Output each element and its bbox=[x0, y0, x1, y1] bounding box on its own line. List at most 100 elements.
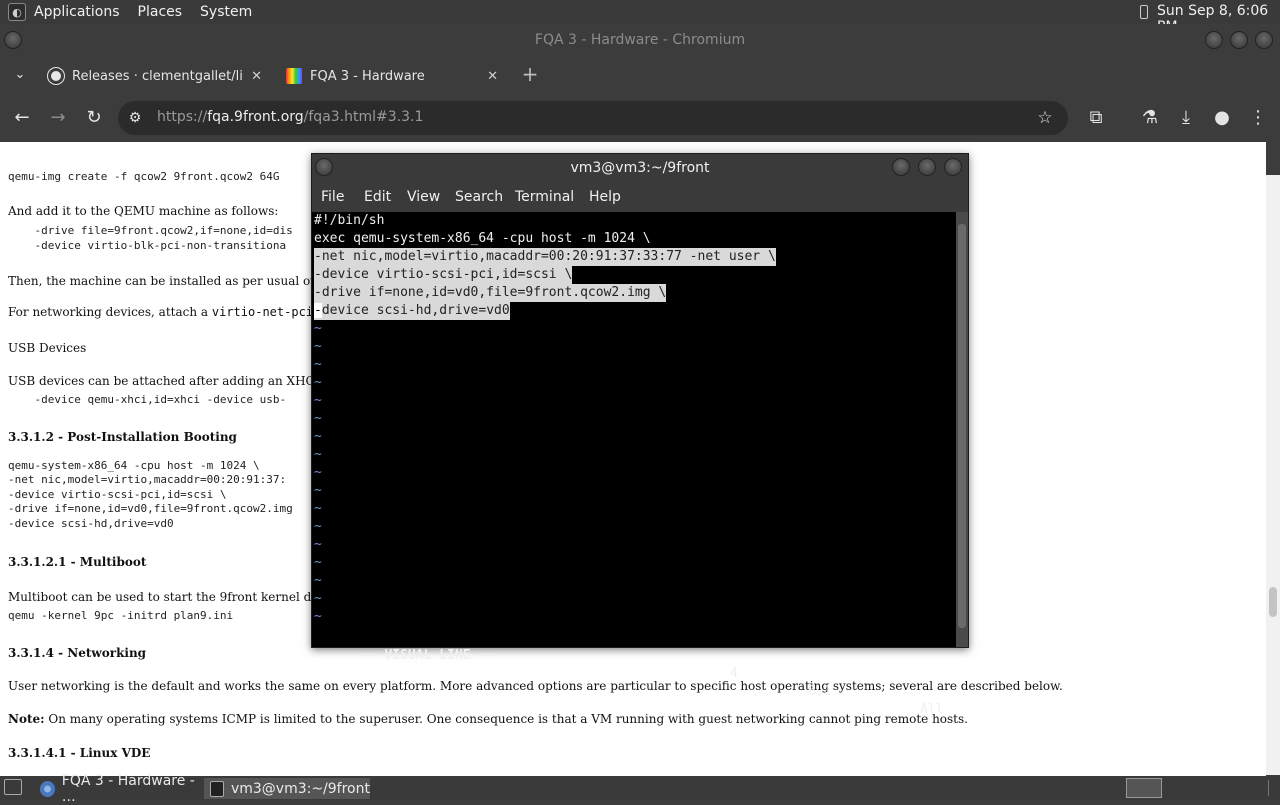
profile-avatar-icon[interactable]: ● bbox=[1210, 105, 1234, 129]
terminal-line-selected: -device scsi-hd,drive=vd0 bbox=[314, 302, 510, 320]
9front-icon bbox=[286, 68, 302, 84]
tab-fqa3-hardware[interactable]: FQA 3 - Hardware ✕ bbox=[286, 60, 500, 92]
menu-edit[interactable]: Edit bbox=[364, 189, 391, 205]
extensions-puzzle-icon[interactable]: ⧉ bbox=[1084, 105, 1108, 129]
github-icon bbox=[48, 68, 64, 84]
menu-file[interactable]: File bbox=[321, 189, 344, 205]
heading-networking: 3.3.1.4 - Networking bbox=[8, 646, 147, 660]
menu-applications[interactable]: Applications bbox=[34, 4, 120, 20]
close-tab-icon[interactable]: ✕ bbox=[487, 69, 498, 84]
maximize-icon[interactable] bbox=[918, 158, 936, 176]
paragraph-note: Note: On many operating systems ICMP is … bbox=[8, 712, 968, 726]
terminal-scrollbar[interactable] bbox=[956, 212, 968, 647]
url-text[interactable]: https://fqa.9front.org/fqa3.html#3.3.1 bbox=[157, 109, 423, 125]
vim-empty-line: ~ bbox=[314, 339, 322, 354]
vim-empty-line: ~ bbox=[314, 447, 322, 462]
battery-icon[interactable] bbox=[1140, 5, 1148, 19]
vim-selected-count: 4 bbox=[730, 666, 738, 681]
vim-empty-line: ~ bbox=[314, 411, 322, 426]
code-drive: -drive file=9front.qcow2,if=none,id=dis bbox=[8, 224, 293, 237]
close-window-icon[interactable] bbox=[944, 158, 962, 176]
terminal-window-title: vm3@vm3:~/9front bbox=[570, 160, 710, 176]
terminal-scrollbar-thumb[interactable] bbox=[958, 224, 966, 628]
vim-empty-line: ~ bbox=[314, 465, 322, 480]
vim-empty-line: ~ bbox=[314, 519, 322, 534]
forward-arrow-icon[interactable]: → bbox=[46, 105, 70, 129]
code-boot-line: -device virtio-scsi-pci,id=scsi \ bbox=[8, 488, 227, 501]
more-menu-kebab-icon[interactable]: ⋮ bbox=[1246, 105, 1270, 129]
paragraph-user-networking: User networking is the default and works… bbox=[8, 679, 1063, 693]
terminal-cursor: - bbox=[314, 303, 322, 318]
vim-scroll-position: All bbox=[920, 702, 944, 717]
code-device: -device virtio-blk-pci-non-transitiona bbox=[8, 239, 287, 252]
minimize-icon[interactable] bbox=[892, 158, 910, 176]
distro-logo-icon[interactable]: ◐ bbox=[8, 3, 26, 21]
vim-cursor-position: 6,1 bbox=[808, 684, 832, 699]
labs-flask-icon[interactable]: ⚗ bbox=[1138, 105, 1162, 129]
menu-search[interactable]: Search bbox=[455, 189, 503, 205]
address-bar[interactable]: ⚙ https://fqa.9front.org/fqa3.html#3.3.1… bbox=[118, 101, 1068, 135]
paragraph-install: Then, the machine can be installed as pe… bbox=[8, 274, 357, 288]
terminal-titlebar[interactable]: vm3@vm3:~/9front bbox=[312, 154, 968, 182]
tab-bar: ⌄ Releases · clementgallet/libT ✕ FQA 3 … bbox=[0, 56, 1280, 92]
vim-empty-line: ~ bbox=[314, 483, 322, 498]
heading-multiboot: 3.3.1.2.1 - Multiboot bbox=[8, 555, 147, 569]
taskbar-item-chromium[interactable]: FQA 3 - Hardware - … bbox=[34, 773, 202, 805]
back-arrow-icon[interactable]: ← bbox=[10, 105, 34, 129]
terminal-screen[interactable]: #!/bin/sh exec qemu-system-x86_64 -cpu h… bbox=[312, 212, 956, 717]
browser-titlebar: FQA 3 - Hardware - Chromium bbox=[0, 24, 1280, 56]
show-desktop-icon[interactable] bbox=[4, 779, 22, 795]
browser-window-title: FQA 3 - Hardware - Chromium bbox=[534, 32, 746, 48]
paragraph-add-qemu: And add it to the QEMU machine as follow… bbox=[8, 204, 279, 218]
terminal-line-selected: -net nic,model=virtio,macaddr=00:20:91:3… bbox=[314, 248, 776, 266]
paragraph-networking-devices: For networking devices, attach a virtio-… bbox=[8, 305, 328, 319]
vim-empty-line: ~ bbox=[314, 321, 322, 336]
workspace-switcher[interactable] bbox=[1126, 778, 1162, 798]
page-scrollbar-thumb[interactable] bbox=[1269, 587, 1277, 617]
maximize-icon[interactable] bbox=[1230, 31, 1248, 49]
terminal-line: #!/bin/sh bbox=[314, 213, 385, 228]
trash-applet-icon[interactable] bbox=[1268, 780, 1276, 796]
minimize-icon[interactable] bbox=[1205, 31, 1223, 49]
terminal-window[interactable]: vm3@vm3:~/9front File Edit View Search T… bbox=[311, 153, 969, 717]
terminal-line-selected: -drive if=none,id=vd0,file=9front.qcow2.… bbox=[314, 284, 667, 302]
menu-help[interactable]: Help bbox=[589, 189, 621, 205]
vim-empty-line: ~ bbox=[314, 375, 322, 390]
menu-view[interactable]: View bbox=[407, 189, 440, 205]
tab-releases[interactable]: Releases · clementgallet/libT ✕ bbox=[48, 60, 262, 92]
vim-empty-line: ~ bbox=[314, 393, 322, 408]
menu-terminal[interactable]: Terminal bbox=[515, 189, 574, 205]
terminal-menubar: File Edit View Search Terminal Help bbox=[312, 182, 968, 212]
code-usb: -device qemu-xhci,id=xhci -device usb- bbox=[8, 393, 287, 406]
close-window-icon[interactable] bbox=[1255, 31, 1273, 49]
bookmark-star-icon[interactable]: ☆ bbox=[1033, 106, 1057, 130]
browser-toolbar: ← → ↻ ⚙ https://fqa.9front.org/fqa3.html… bbox=[0, 92, 1280, 142]
new-tab-button[interactable]: + bbox=[518, 62, 542, 86]
heading-post-install-booting: 3.3.1.2 - Post-Installation Booting bbox=[8, 430, 237, 444]
site-info-tune-icon[interactable]: ⚙ bbox=[123, 106, 147, 130]
code-boot-line: qemu-system-x86_64 -cpu host -m 1024 \ bbox=[8, 459, 260, 472]
close-tab-icon[interactable]: ✕ bbox=[251, 69, 262, 84]
page-scrollbar[interactable] bbox=[1266, 175, 1280, 775]
vim-empty-line: ~ bbox=[314, 555, 322, 570]
menu-system[interactable]: System bbox=[200, 4, 252, 20]
code-boot-line: -drive if=none,id=vd0,file=9front.qcow2.… bbox=[8, 502, 293, 515]
vim-empty-line: ~ bbox=[314, 501, 322, 516]
taskbar-item-terminal[interactable]: vm3@vm3:~/9front bbox=[204, 778, 370, 799]
paragraph-usb: USB devices can be attached after adding… bbox=[8, 374, 353, 388]
terminal-icon bbox=[210, 780, 224, 797]
top-panel: ◐ Applications Places System Sun Sep 8, … bbox=[0, 0, 1280, 35]
tab-label: Releases · clementgallet/libT bbox=[72, 68, 242, 84]
vim-empty-line: ~ bbox=[314, 357, 322, 372]
menu-places[interactable]: Places bbox=[138, 4, 183, 20]
vim-empty-line: ~ bbox=[314, 609, 322, 624]
download-icon[interactable]: ⤓ bbox=[1174, 105, 1198, 129]
reload-icon[interactable]: ↻ bbox=[82, 105, 106, 129]
code-qemu-img: qemu-img create -f qcow2 9front.qcow2 64… bbox=[8, 170, 280, 183]
terminal-line: exec qemu-system-x86_64 -cpu host -m 102… bbox=[314, 231, 651, 246]
paragraph-multiboot: Multiboot can be used to start the 9fron… bbox=[8, 590, 353, 604]
vim-empty-line: ~ bbox=[314, 591, 322, 606]
tab-search-chevron-down-icon[interactable]: ⌄ bbox=[8, 62, 32, 86]
chromium-icon bbox=[40, 780, 55, 797]
vim-empty-line: ~ bbox=[314, 537, 322, 552]
